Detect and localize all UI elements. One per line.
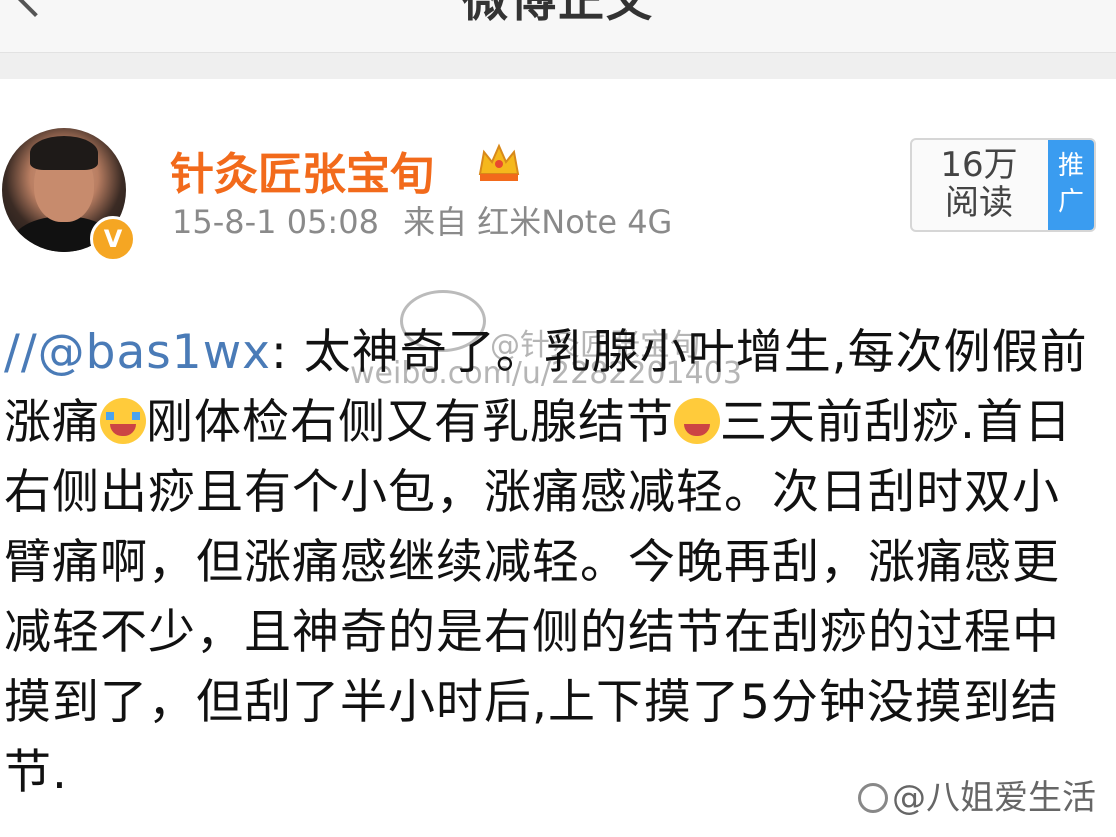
footer-credit: @八姐爱生活 — [858, 770, 1096, 819]
crying-emoji-icon — [100, 398, 146, 444]
top-bar: 微博正文 — [0, 0, 1116, 53]
section-divider — [0, 53, 1116, 79]
crown-icon — [478, 143, 520, 181]
timestamp: 15-8-1 05:08 — [172, 203, 379, 241]
promote-button[interactable]: 推 广 — [1048, 140, 1094, 230]
author-name[interactable]: 针灸匠张宝旬 — [170, 138, 434, 202]
verified-icon: V — [90, 216, 136, 262]
promo-label-2: 广 — [1057, 187, 1084, 217]
mention-link[interactable]: //@bas1wx — [4, 325, 271, 380]
page-title: 微博正文 — [462, 0, 654, 27]
post-card: V 针灸匠张宝旬 15-8-1 05:08 来自 红米Note 4G 16万 阅… — [0, 80, 1116, 837]
page: 微博正文 V 针灸匠张宝旬 15-8-1 05:08 来自 红米Note 4G … — [0, 0, 1116, 837]
read-count-box: 16万 阅读 推 广 — [910, 138, 1096, 232]
post-text-part-3: 三天前刮痧.首日右侧出痧且有个小包，涨痛感减轻。次日刮时双小臂痛啊，但涨痛感继续… — [4, 395, 1072, 800]
paw-icon — [858, 783, 888, 813]
post-meta: 15-8-1 05:08 来自 红米Note 4G — [172, 197, 686, 243]
post-text-part-2: 刚体检右侧又有乳腺结节 — [146, 395, 674, 450]
promo-label-1: 推 — [1057, 151, 1084, 181]
read-count: 16万 — [940, 145, 1018, 185]
read-label: 阅读 — [945, 183, 1013, 223]
source: 来自 红米Note 4G — [403, 203, 673, 241]
post-body: //@bas1wx: 太神奇了。乳腺小叶增生,每次例假前涨痛 刚体检右侧又有乳腺结… — [4, 318, 1104, 808]
footer-credit-text: @八姐爱生活 — [892, 778, 1096, 818]
scared-emoji-icon — [674, 398, 720, 444]
